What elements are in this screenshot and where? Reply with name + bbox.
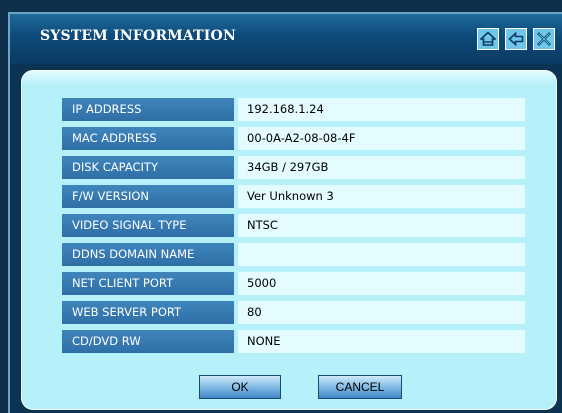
cancel-button[interactable]: CANCEL (318, 375, 402, 399)
mac-address-label: MAC ADDRESS (62, 127, 234, 150)
close-icon (537, 32, 551, 46)
fw-version-label: F/W VERSION (62, 185, 234, 208)
ddns-domain-name-label: DDNS DOMAIN NAME (62, 243, 234, 266)
system-information-window: SYSTEM INFORMATION IP ADDRESS 192.168.1.… (8, 12, 562, 413)
fw-version-value: Ver Unknown 3 (238, 185, 525, 208)
info-panel: IP ADDRESS 192.168.1.24 MAC ADDRESS 00-0… (21, 70, 557, 410)
home-button[interactable] (477, 28, 499, 50)
back-button[interactable] (505, 28, 527, 50)
home-icon (480, 31, 496, 46)
web-server-port-value: 80 (238, 301, 525, 324)
mac-address-value: 00-0A-A2-08-08-4F (238, 127, 525, 150)
ip-address-label: IP ADDRESS (62, 98, 234, 121)
info-row-ddns-domain-name: DDNS DOMAIN NAME (62, 243, 525, 266)
info-row-mac-address: MAC ADDRESS 00-0A-A2-08-08-4F (62, 127, 525, 150)
disk-capacity-label: DISK CAPACITY (62, 156, 234, 179)
panel-highlight (22, 71, 556, 85)
video-signal-type-value: NTSC (238, 214, 525, 237)
info-row-fw-version: F/W VERSION Ver Unknown 3 (62, 185, 525, 208)
net-client-port-value: 5000 (238, 272, 525, 295)
close-button[interactable] (533, 28, 555, 50)
ddns-domain-name-value (238, 243, 525, 266)
cd-dvd-rw-value: NONE (238, 330, 525, 353)
info-row-video-signal-type: VIDEO SIGNAL TYPE NTSC (62, 214, 525, 237)
cd-dvd-rw-label: CD/DVD RW (62, 330, 234, 353)
ok-button[interactable]: OK (199, 375, 281, 399)
info-row-disk-capacity: DISK CAPACITY 34GB / 297GB (62, 156, 525, 179)
info-table: IP ADDRESS 192.168.1.24 MAC ADDRESS 00-0… (62, 98, 525, 359)
back-arrow-icon (508, 31, 524, 47)
info-row-net-client-port: NET CLIENT PORT 5000 (62, 272, 525, 295)
info-row-ip-address: IP ADDRESS 192.168.1.24 (62, 98, 525, 121)
window-title: SYSTEM INFORMATION (40, 28, 236, 44)
title-bar: SYSTEM INFORMATION (10, 14, 562, 64)
info-row-cd-dvd-rw: CD/DVD RW NONE (62, 330, 525, 353)
net-client-port-label: NET CLIENT PORT (62, 272, 234, 295)
ip-address-value: 192.168.1.24 (238, 98, 525, 121)
info-row-web-server-port: WEB SERVER PORT 80 (62, 301, 525, 324)
web-server-port-label: WEB SERVER PORT (62, 301, 234, 324)
disk-capacity-value: 34GB / 297GB (238, 156, 525, 179)
video-signal-type-label: VIDEO SIGNAL TYPE (62, 214, 234, 237)
